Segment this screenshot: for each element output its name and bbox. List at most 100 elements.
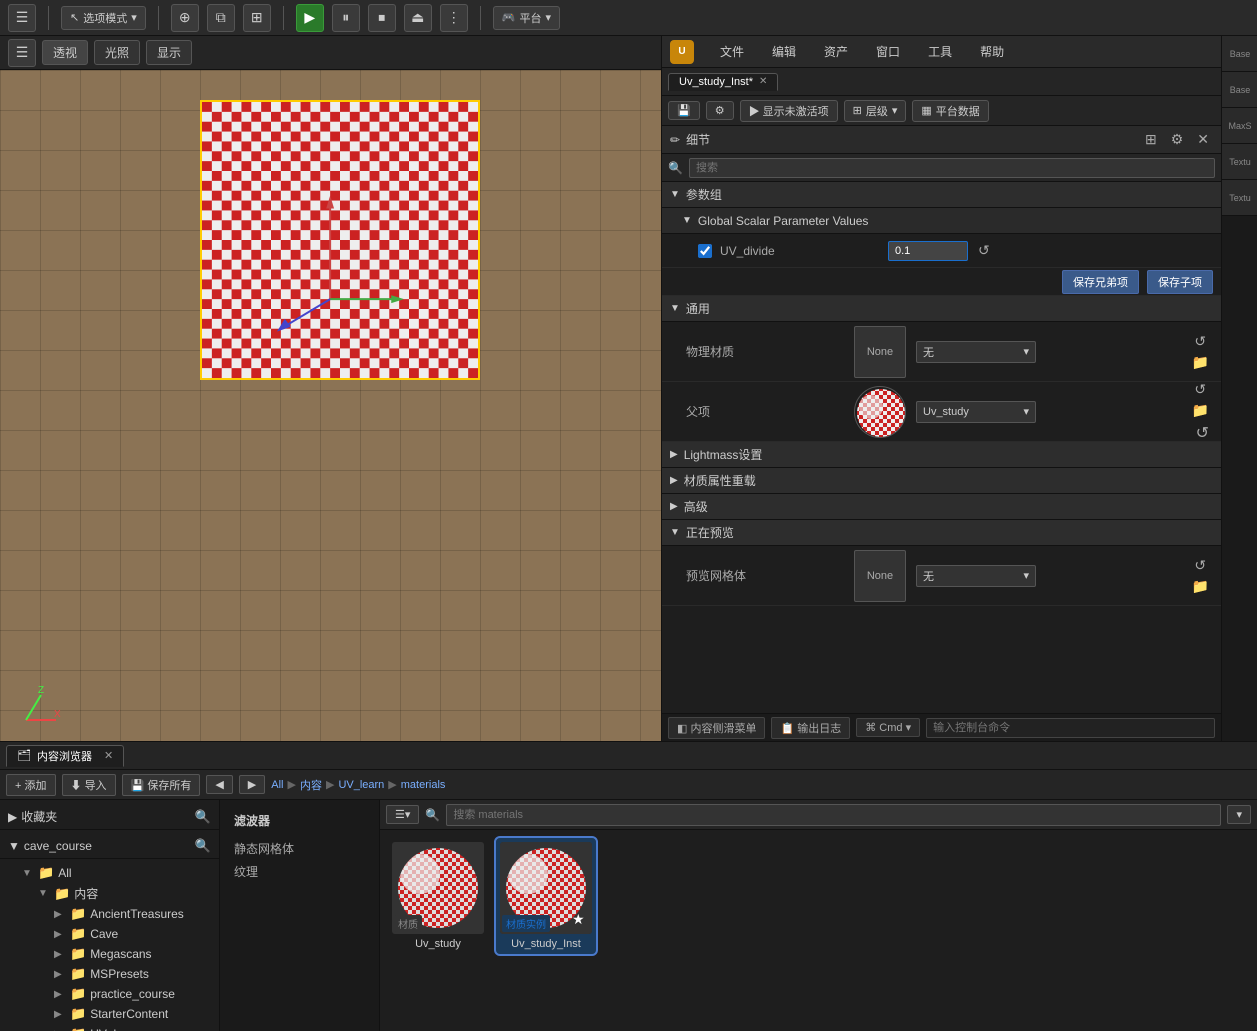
strip-item-2[interactable]: MaxS [1222, 108, 1257, 144]
collections-search-icon[interactable]: 🔍 [195, 809, 211, 825]
perspective-button[interactable]: 透视 [42, 40, 88, 65]
menu-tools[interactable]: 工具 [922, 39, 958, 64]
details-settings-button[interactable]: ⚙ [1167, 129, 1188, 150]
preview-refresh-button[interactable]: ↺ [1188, 555, 1213, 576]
asset-item-0[interactable]: 材质 Uv_study [388, 838, 488, 954]
physical-material-none-btn[interactable]: None [854, 326, 906, 378]
tree-item-ancienttreasures[interactable]: ▶ 📁 AncientTreasures [0, 904, 219, 924]
strip-item-1[interactable]: Base [1222, 72, 1257, 108]
preview-header[interactable]: ▼ 正在预览 [662, 520, 1221, 546]
show-button[interactable]: 显示 [146, 40, 192, 65]
transform-button[interactable]: ⧉ [207, 4, 235, 32]
settings-button[interactable]: ⚙ [706, 101, 734, 120]
play-button[interactable]: ▶ [296, 4, 324, 32]
add-button[interactable]: + 添加 [6, 774, 56, 796]
preview-mesh-dropdown[interactable]: 无 ▾ [916, 565, 1036, 587]
save-child-button[interactable]: 保存子项 [1147, 270, 1213, 294]
viewport-menu-button[interactable]: ☰ [8, 39, 36, 67]
menu-file[interactable]: 文件 [714, 39, 750, 64]
menu-edit[interactable]: 编辑 [766, 39, 802, 64]
tree-item-mspresets[interactable]: ▶ 📁 MSPresets [0, 964, 219, 984]
tree-item-content[interactable]: ▼ 📁 内容 [0, 883, 219, 904]
menu-help[interactable]: 帮助 [974, 39, 1010, 64]
uv-divide-checkbox[interactable] [698, 244, 712, 258]
eject-button[interactable]: ⏏ [404, 4, 432, 32]
tree-item-megascans[interactable]: ▶ 📁 Megascans [0, 944, 219, 964]
axis-widget: X Z [16, 685, 56, 725]
tree-item-all[interactable]: ▼ 📁 All [0, 863, 219, 883]
filter-static-mesh[interactable]: 静态网格体 [228, 837, 371, 860]
save-button[interactable]: 💾 [668, 101, 700, 120]
strip-item-0[interactable]: Base [1222, 36, 1257, 72]
preview-open-button[interactable]: 📁 [1188, 576, 1213, 597]
save-sibling-button[interactable]: 保存兄弟项 [1062, 270, 1139, 294]
pause-button[interactable]: ⏸ [332, 4, 360, 32]
parent-dropdown[interactable]: Uv_study ▾ [916, 401, 1036, 423]
details-grid-button[interactable]: ⊞ [1141, 129, 1161, 150]
params-group-header[interactable]: ▼ 参数组 [662, 182, 1221, 208]
select-mode-button[interactable]: ↖ 选项模式 ▾ [61, 6, 146, 30]
asset-item-1[interactable]: ★ 材质实例 Uv_study_Inst [496, 838, 596, 954]
breadcrumb-materials[interactable]: materials [401, 779, 446, 791]
mega-arrow: ▶ [54, 949, 66, 960]
parent-refresh-button[interactable]: ↺ [1188, 379, 1213, 400]
breadcrumb-uvlearn[interactable]: UV_learn [338, 779, 384, 791]
output-log-button[interactable]: 📋 输出日志 [771, 717, 850, 739]
asset-search-input[interactable] [446, 804, 1221, 826]
import-button[interactable]: ⬇ 导入 [62, 774, 116, 796]
layers-icon: ⊞ [853, 104, 862, 117]
filter-texture[interactable]: 纹理 [228, 860, 371, 883]
physical-refresh-button[interactable]: ↺ [1188, 331, 1213, 352]
physical-material-dropdown[interactable]: 无 ▾ [916, 341, 1036, 363]
brush-button[interactable]: ⊞ [243, 4, 271, 32]
more-button[interactable]: ⋮ [440, 4, 468, 32]
menu-button[interactable]: ☰ [8, 4, 36, 32]
stop-button[interactable]: ⏹ [368, 4, 396, 32]
details-close-button[interactable]: ✕ [1193, 129, 1213, 150]
global-scalar-header[interactable]: ▼ Global Scalar Parameter Values [662, 208, 1221, 234]
console-input[interactable] [926, 718, 1215, 738]
material-attrs-header[interactable]: ▶ 材质属性重载 [662, 468, 1221, 494]
tab-close-button[interactable]: ✕ [759, 76, 767, 87]
general-section-header[interactable]: ▼ 通用 [662, 296, 1221, 322]
tree-item-practicecourse[interactable]: ▶ 📁 practice_course [0, 984, 219, 1004]
content-browser-tab[interactable]: 🗂 内容浏览器 ✕ [6, 745, 124, 767]
lightmass-header[interactable]: ▶ Lightmass设置 [662, 442, 1221, 468]
physical-open-button[interactable]: 📁 [1188, 352, 1213, 373]
preview-mesh-none-btn[interactable]: None [854, 550, 906, 602]
strip-item-4[interactable]: Textu [1222, 180, 1257, 216]
material-tab[interactable]: Uv_study_Inst* ✕ [668, 73, 778, 91]
add-button[interactable]: ⊕ [171, 4, 199, 32]
platform-chevron: ▾ [545, 11, 551, 24]
cmd-button[interactable]: ⌘ Cmd ▾ [856, 718, 920, 737]
cave-course-search-icon[interactable]: 🔍 [195, 838, 211, 854]
layers-button[interactable]: ⊞ 层级 ▾ [844, 100, 907, 122]
parent-open-button[interactable]: 📁 [1188, 400, 1213, 421]
view-options-button[interactable]: ☰▾ [386, 805, 419, 824]
tree-item-startercontent[interactable]: ▶ 📁 StarterContent [0, 1004, 219, 1024]
platform-button[interactable]: 🎮 平台 ▾ [493, 6, 560, 30]
show-inactive-button[interactable]: ▶ 显示未激活项 [740, 100, 838, 122]
strip-item-3[interactable]: Textu [1222, 144, 1257, 180]
cb-tab-close-button[interactable]: ✕ [104, 749, 113, 762]
lit-button[interactable]: 光照 [94, 40, 140, 65]
uv-divide-input[interactable] [888, 241, 968, 261]
breadcrumb-content[interactable]: 内容 [300, 777, 322, 793]
uv-divide-undo-button[interactable]: ↺ [974, 240, 994, 261]
back-button[interactable]: ◀ [206, 775, 232, 794]
advanced-header[interactable]: ▶ 高级 [662, 494, 1221, 520]
breadcrumb-all[interactable]: All [271, 779, 283, 791]
menu-window[interactable]: 窗口 [870, 39, 906, 64]
menu-asset[interactable]: 资产 [818, 39, 854, 64]
tree-item-uvlearn[interactable]: ▶ 📁 UV_learn [0, 1024, 219, 1031]
details-search-input[interactable] [689, 158, 1215, 178]
tree-item-cave[interactable]: ▶ 📁 Cave [0, 924, 219, 944]
platform-data-button[interactable]: ▦ 平台数据 [912, 100, 988, 122]
viewport[interactable]: X Z [0, 70, 661, 741]
parent-undo-button[interactable]: ↺ [1192, 421, 1213, 445]
save-all-button[interactable]: 💾 保存所有 [122, 774, 201, 796]
filter-dropdown-button[interactable]: ▾ [1227, 805, 1251, 824]
content-sidebar-button[interactable]: ◧ 内容侧滑菜单 [668, 717, 765, 739]
forward-button[interactable]: ▶ [239, 775, 265, 794]
cb-tabs: 🗂 内容浏览器 ✕ [0, 742, 1257, 770]
